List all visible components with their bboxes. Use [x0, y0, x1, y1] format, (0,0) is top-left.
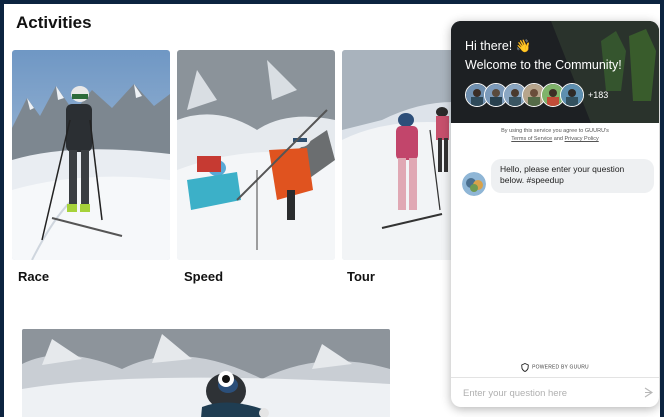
question-input[interactable]: [463, 385, 633, 401]
powered-by[interactable]: POWERED BY GUURU: [451, 363, 659, 372]
member-count: +183: [588, 90, 609, 100]
chat-input-row: [451, 377, 659, 407]
privacy-policy-link[interactable]: Privacy Policy: [564, 136, 598, 142]
send-arrow-icon[interactable]: [644, 387, 653, 398]
page-title: Activities: [16, 13, 92, 32]
powered-by-text: POWERED BY GUURU: [532, 364, 589, 371]
hero-photo: [22, 329, 390, 417]
chat-header: Hi there! 👋 Welcome to the Community! +1…: [451, 21, 659, 123]
shield-logo-icon: [521, 363, 529, 372]
terms-and: and: [553, 136, 563, 143]
bot-avatar: [462, 172, 486, 196]
community-avatars: +183: [465, 83, 608, 107]
greeting-text: Hi there! 👋: [465, 39, 532, 53]
activity-label-race[interactable]: Race: [18, 269, 49, 284]
race-photo: [12, 50, 170, 260]
terms-of-service-link[interactable]: Terms of Service: [511, 136, 552, 142]
chat-message-bubble: Hello, please enter your question below.…: [491, 159, 654, 193]
activity-card-speed[interactable]: [177, 50, 335, 260]
avatar: [560, 83, 584, 107]
speed-photo: [177, 50, 335, 260]
terms-prefix: By using this service you agree to GUURU…: [501, 128, 609, 134]
activity-label-tour[interactable]: Tour: [347, 269, 375, 284]
welcome-text: Welcome to the Community!: [465, 58, 622, 72]
activities-page: Activities Race Speed Tour Hi there! 👋 W…: [4, 4, 660, 417]
chat-widget: Hi there! 👋 Welcome to the Community! +1…: [451, 21, 659, 407]
activity-card-race[interactable]: [12, 50, 170, 260]
terms-notice: By using this service you agree to GUURU…: [451, 127, 659, 144]
header-background-photo: [451, 21, 659, 123]
activity-label-speed[interactable]: Speed: [184, 269, 223, 284]
